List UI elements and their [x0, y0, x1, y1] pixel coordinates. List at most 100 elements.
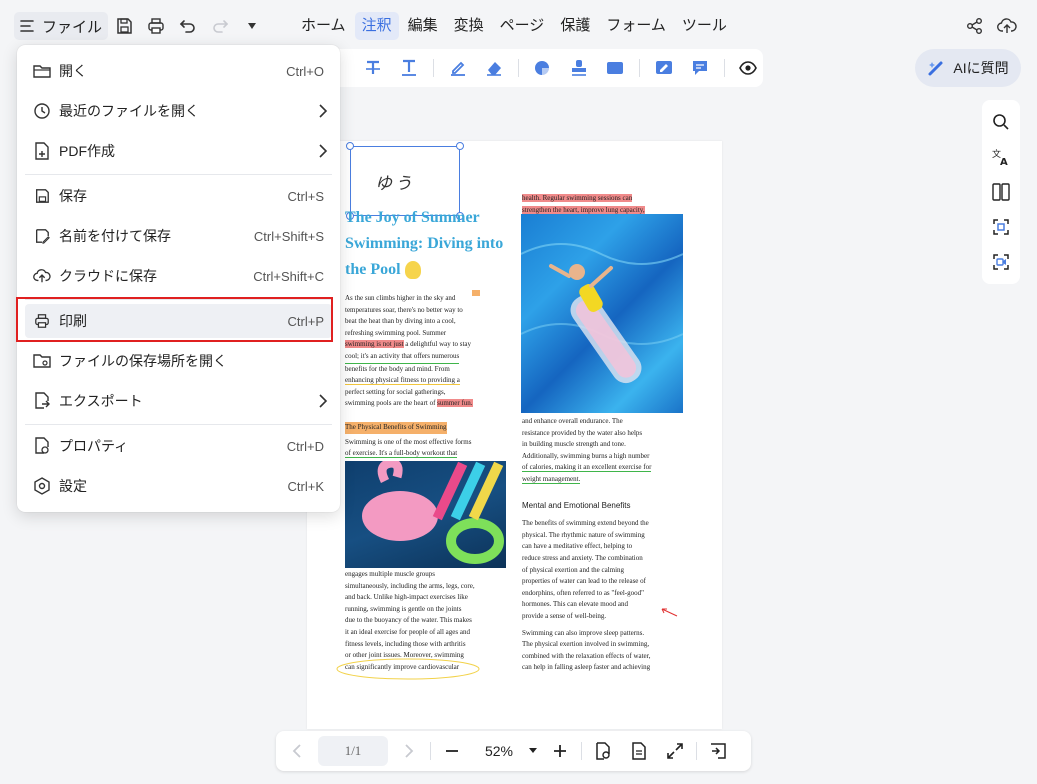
zoom-out-icon[interactable]: [437, 736, 467, 766]
print-icon[interactable]: [143, 13, 169, 39]
menu-item-label: 印刷: [59, 313, 87, 329]
highlight-red[interactable]: summer fun.: [437, 399, 473, 408]
menu-item-save-cloud[interactable]: クラウドに保存 Ctrl+Shift+C: [25, 259, 332, 293]
ai-ask-button[interactable]: AIに質問: [915, 49, 1021, 87]
text-strikeout-icon[interactable]: [358, 53, 387, 83]
title-line: the Pool: [345, 257, 515, 283]
eye-icon[interactable]: [734, 53, 763, 83]
redo-icon[interactable]: [207, 13, 233, 39]
right-side-panel: 文A: [982, 100, 1020, 284]
pool-floats-image[interactable]: [345, 461, 506, 568]
menu-item-save-as[interactable]: 名前を付けて保存 Ctrl+Shift+S: [25, 219, 332, 253]
page-indicator[interactable]: 1/1: [318, 736, 388, 766]
pen-icon[interactable]: [443, 53, 472, 83]
swimmer-image[interactable]: [521, 214, 683, 413]
text-line: The physical exertion involved in swimmi…: [522, 640, 650, 649]
ellipse-annotation[interactable]: [335, 656, 481, 682]
share-icon[interactable]: [962, 13, 988, 39]
tab-home[interactable]: ホーム: [294, 12, 353, 40]
crop-icon[interactable]: [987, 213, 1015, 241]
menu-item-create-pdf[interactable]: PDF作成: [25, 134, 332, 168]
comment-icon[interactable]: [685, 53, 714, 83]
text-line: enhancing physical fitness to providing …: [345, 376, 460, 386]
file-menu-button[interactable]: ファイル: [14, 12, 109, 40]
quick-access-dropdown-icon[interactable]: [239, 13, 265, 39]
menu-item-open[interactable]: 開く Ctrl+O: [25, 54, 332, 88]
text-underline-icon[interactable]: [394, 53, 423, 83]
menu-separator: [25, 174, 332, 175]
tab-edit[interactable]: 編集: [401, 12, 445, 40]
fullscreen-icon[interactable]: [660, 736, 690, 766]
text-line: fitness levels, including those with art…: [345, 639, 466, 648]
eraser-icon[interactable]: [479, 53, 508, 83]
menu-item-export[interactable]: エクスポート: [25, 384, 332, 418]
next-page-icon[interactable]: [394, 736, 424, 766]
highlight-red[interactable]: strengthen the heart, improve lung capac…: [522, 205, 645, 214]
file-plus-icon: [33, 142, 51, 160]
menu-item-recent-files[interactable]: 最近のファイルを開く: [25, 94, 332, 128]
save-icon[interactable]: [111, 13, 137, 39]
menu-item-open-location[interactable]: ファイルの保存場所を開く: [25, 344, 332, 378]
text-line: physical. The rhythmic nature of swimmin…: [522, 530, 645, 539]
text-line: it an ideal exercise for people of all a…: [345, 627, 470, 636]
translate-icon[interactable]: 文A: [987, 143, 1015, 171]
save-icon: [33, 187, 51, 205]
menu-item-properties[interactable]: プロパティ Ctrl+D: [25, 429, 332, 463]
note-marker-icon[interactable]: [472, 290, 481, 298]
text-line: resistance provided by the water also he…: [522, 428, 643, 437]
menu-item-settings[interactable]: 設定 Ctrl+K: [25, 469, 332, 503]
ai-sparkle-icon: [927, 59, 945, 77]
zoom-in-icon[interactable]: [545, 736, 575, 766]
clock-icon: [33, 102, 51, 120]
tab-tools[interactable]: ツール: [675, 12, 734, 40]
handwritten-annotation[interactable]: ゆう: [375, 169, 415, 194]
signature-icon[interactable]: [649, 53, 678, 83]
zoom-dropdown-icon[interactable]: [525, 736, 541, 766]
menu-item-print[interactable]: 印刷 Ctrl+P: [25, 304, 332, 338]
cloud-upload-icon[interactable]: [994, 13, 1020, 39]
text-line: can help in falling asleep faster and ac…: [522, 663, 651, 672]
hamburger-icon: [20, 19, 36, 33]
section-heading: Mental and Emotional Benefits: [522, 500, 631, 510]
collapse-panel-icon[interactable]: [703, 736, 733, 766]
previous-page-icon[interactable]: [282, 736, 312, 766]
fit-page-icon[interactable]: [588, 736, 618, 766]
text-line: engages multiple muscle groups: [345, 570, 436, 578]
tab-protect[interactable]: 保護: [553, 12, 597, 40]
tab-form[interactable]: フォーム: [599, 12, 673, 40]
text-line: swimming is not just a delightful way to…: [345, 339, 505, 351]
right-column-top: health. Regular swimming sessions can st…: [522, 193, 687, 216]
tab-annotate[interactable]: 注釈: [354, 12, 399, 40]
screen-record-icon[interactable]: [987, 248, 1015, 276]
toolbar-separator: [696, 742, 697, 760]
shape-icon[interactable]: [528, 53, 557, 83]
attachment-icon[interactable]: [600, 53, 629, 83]
search-icon[interactable]: [987, 108, 1015, 136]
tab-page[interactable]: ページ: [493, 12, 552, 40]
resize-handle[interactable]: [346, 142, 354, 150]
menu-item-label: 最近のファイルを開く: [59, 103, 199, 119]
text-span: swimming pools are the heart of: [345, 399, 438, 408]
highlight-red[interactable]: health. Regular swimming sessions can: [522, 194, 633, 202]
section-heading[interactable]: The Physical Benefits of Swimming: [345, 421, 447, 434]
compare-icon[interactable]: [987, 178, 1015, 206]
document-page[interactable]: ゆう The Joy of Summer Swimming: Diving in…: [307, 141, 722, 729]
text-line: properties of water can lead to the rele…: [522, 577, 646, 586]
menu-item-label: クラウドに保存: [59, 268, 157, 284]
undo-icon[interactable]: [175, 13, 201, 39]
menu-item-save[interactable]: 保存 Ctrl+S: [25, 179, 332, 213]
menu-item-shortcut: Ctrl+S: [287, 188, 324, 204]
folder-location-icon: [33, 352, 51, 370]
stamp-icon[interactable]: [564, 53, 593, 83]
arrow-annotation[interactable]: [659, 606, 679, 618]
resize-handle[interactable]: [456, 142, 464, 150]
tab-convert[interactable]: 変換: [447, 12, 491, 40]
menu-item-shortcut: Ctrl+Shift+C: [253, 268, 324, 284]
menu-item-label: PDF作成: [59, 143, 115, 159]
text-line: refreshing swimming pool. Summer: [345, 328, 447, 337]
menu-item-label: 名前を付けて保存: [59, 228, 171, 244]
text-line: cool; it's an activity that offers numer…: [345, 351, 460, 364]
page-mode-icon[interactable]: [624, 736, 654, 766]
highlight-red[interactable]: swimming is not just: [345, 340, 404, 349]
zoom-level[interactable]: 52%: [473, 743, 525, 759]
